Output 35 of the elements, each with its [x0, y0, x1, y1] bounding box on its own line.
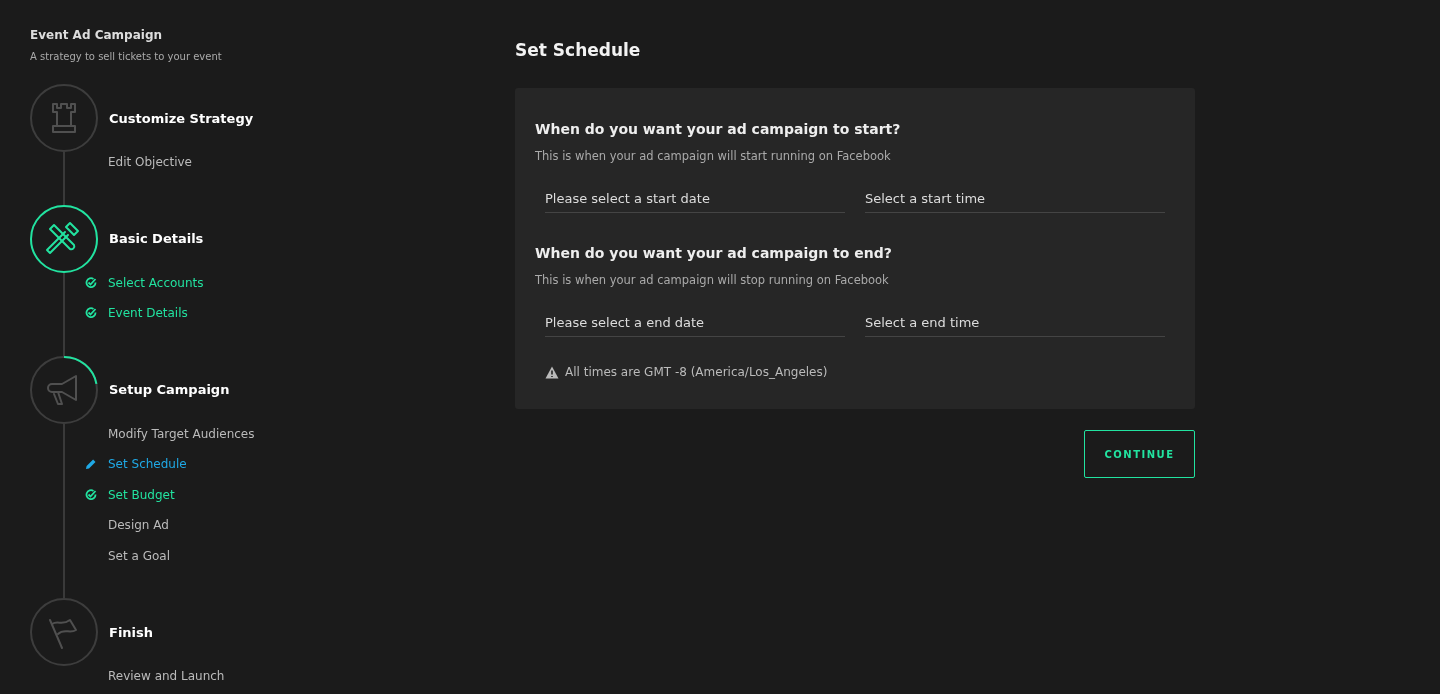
step-title: Finish: [109, 623, 155, 642]
input-field[interactable]: Please select a start date: [545, 185, 845, 213]
question-hint: This is when your ad campaign will stop running on Facebook: [535, 273, 890, 287]
question-hint: This is when your ad campaign will start running on Facebook: [535, 149, 892, 163]
rook-icon: [52, 103, 76, 133]
campaign-title: Event Ad Campaign: [30, 28, 163, 42]
input-field[interactable]: Select a start time: [865, 185, 1165, 213]
tools-icon: [46, 221, 79, 254]
timezone-note: All times are GMT -8 (America/Los_Angeles): [565, 365, 828, 379]
campaign-subtitle: A strategy to sell tickets to your event: [30, 51, 223, 62]
check-circle-icon: [85, 488, 97, 501]
step-link[interactable]: Modify Target Audiences: [108, 426, 255, 441]
step-link[interactable]: Design Ad: [108, 518, 169, 533]
step-title: Basic Details: [109, 230, 204, 248]
step-link[interactable]: Set Budget: [108, 487, 175, 502]
continue-button[interactable]: CONTINUE: [1084, 430, 1195, 478]
input-field[interactable]: Please select a end date: [545, 309, 845, 337]
megaphone-icon: [47, 374, 77, 405]
step-title: Setup Campaign: [109, 381, 231, 399]
step-link[interactable]: Set a Goal: [108, 548, 170, 563]
pencil-icon: [85, 458, 97, 471]
warning-icon: [545, 365, 559, 379]
step-link[interactable]: Edit Objective: [108, 155, 192, 170]
step-link[interactable]: Set Schedule: [108, 457, 187, 472]
step-link[interactable]: Review and Launch: [108, 669, 225, 684]
step-link[interactable]: Select Accounts: [108, 275, 204, 290]
question-heading: When do you want your ad campaign to start?: [535, 121, 902, 137]
check-circle-icon: [85, 307, 97, 320]
input-field[interactable]: Select a end time: [865, 309, 1165, 337]
flag-icon: [49, 619, 77, 649]
step-link[interactable]: Event Details: [108, 306, 188, 321]
question-heading: When do you want your ad campaign to end?: [535, 245, 893, 261]
step-title: Customize Strategy: [109, 109, 254, 128]
check-circle-icon: [85, 276, 97, 289]
page-title: Set Schedule: [515, 40, 642, 60]
